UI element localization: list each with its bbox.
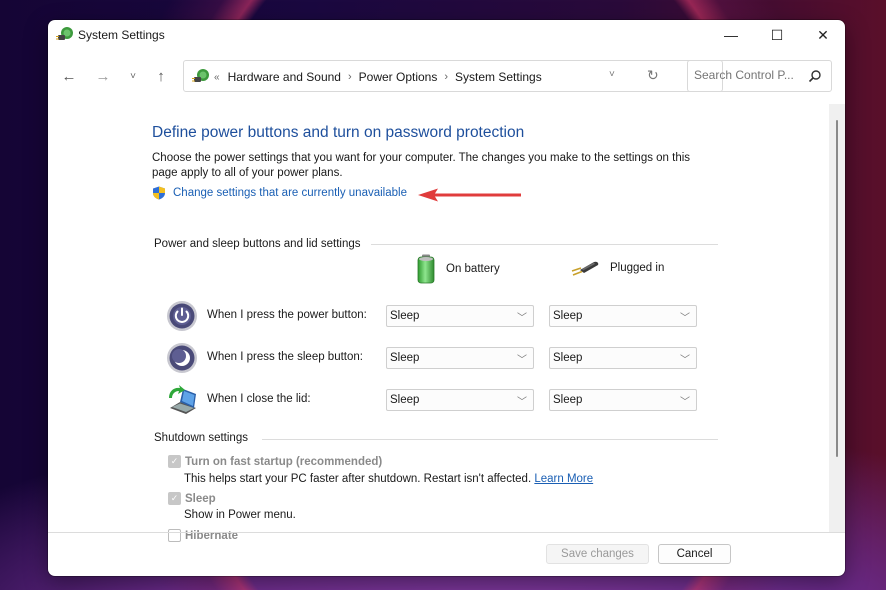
hibernate-checkbox[interactable] (168, 529, 181, 542)
on-battery-label: On battery (446, 263, 500, 275)
shutdown-group-divider (262, 439, 718, 440)
maximize-icon: ☐ (770, 26, 784, 43)
forward-button[interactable]: → (94, 67, 112, 85)
hibernate-option[interactable]: Hibernate (168, 529, 238, 542)
save-changes-button[interactable]: Save changes (546, 544, 649, 564)
arrow-up-icon: ↑ (157, 67, 165, 85)
chevron-down-icon: ﹀ (517, 313, 527, 324)
laptop-lid-icon (169, 385, 196, 414)
search-icon[interactable] (808, 69, 822, 83)
plugged-in-label: Plugged in (610, 262, 665, 274)
breadcrumb-separator-icon[interactable]: › (348, 71, 352, 83)
power-button-label: When I press the power button: (207, 309, 367, 321)
power-group-label: Power and sleep buttons and lid settings (154, 238, 361, 250)
address-history-dropdown[interactable]: ˅ (609, 69, 615, 80)
close-button[interactable]: ✕ (800, 20, 845, 50)
fast-startup-description: This helps start your PC faster after sh… (184, 473, 593, 485)
maximize-button[interactable]: ☐ (754, 20, 800, 50)
power-button-on-battery-select[interactable]: Sleep ﹀ (386, 305, 534, 327)
up-button[interactable]: ↑ (152, 67, 170, 85)
fast-startup-label: Turn on fast startup (recommended) (185, 455, 383, 468)
close-lid-label: When I close the lid: (207, 393, 311, 405)
sleep-button-on-battery-select[interactable]: Sleep ﹀ (386, 347, 534, 369)
fast-startup-description-text: This helps start your PC faster after sh… (184, 473, 532, 485)
uac-shield-icon (153, 186, 165, 200)
search-input[interactable] (694, 68, 804, 82)
chevron-down-icon: ﹀ (680, 355, 690, 366)
minimize-icon: — (724, 27, 738, 43)
close-lid-on-battery-select[interactable]: Sleep ﹀ (386, 389, 534, 411)
address-bar[interactable]: « Hardware and Sound › Power Options › S… (183, 60, 723, 92)
main-content: Define power buttons and turn on passwor… (48, 104, 829, 542)
sleep-label: Sleep (185, 492, 216, 505)
power-group-divider (371, 244, 718, 245)
battery-icon (417, 254, 435, 284)
navigation-bar: ← → ˅ ↑ « Hardware and Sound › Power Opt… (48, 56, 845, 96)
arrow-right-icon: → (95, 67, 111, 85)
power-options-icon (192, 69, 209, 82)
back-button[interactable]: ← (60, 67, 78, 85)
shutdown-group-label: Shutdown settings (154, 432, 248, 444)
select-value: Sleep (390, 310, 420, 322)
sleep-description: Show in Power menu. (184, 509, 296, 521)
chevron-down-icon: ﹀ (517, 355, 527, 366)
arrow-left-icon: ← (61, 67, 77, 85)
chevron-down-icon: ﹀ (680, 313, 690, 324)
chevron-down-icon: ﹀ (517, 397, 527, 408)
refresh-icon[interactable]: ↻ (647, 67, 659, 84)
power-button-icon (167, 301, 197, 331)
recent-locations-button[interactable]: ˅ (124, 67, 142, 85)
column-plugged-in: Plugged in (570, 258, 664, 278)
breadcrumb-power-options[interactable]: Power Options (359, 70, 438, 84)
footer-divider (48, 532, 845, 533)
close-lid-plugged-in-select[interactable]: Sleep ﹀ (549, 389, 697, 411)
page-title: Define power buttons and turn on passwor… (152, 124, 525, 141)
sleep-checkbox[interactable]: ✓ (168, 492, 181, 505)
select-value: Sleep (553, 394, 583, 406)
change-settings-link[interactable]: Change settings that are currently unava… (152, 186, 407, 200)
page-description: Choose the power settings that you want … (152, 152, 691, 179)
annotation-arrow-icon (418, 188, 521, 202)
breadcrumb-system-settings[interactable]: System Settings (455, 70, 542, 84)
sleep-button-icon (167, 343, 197, 373)
sleep-button-plugged-in-select[interactable]: Sleep ﹀ (549, 347, 697, 369)
sleep-option[interactable]: ✓ Sleep (168, 492, 216, 505)
chevron-down-icon: ˅ (130, 70, 136, 82)
fast-startup-option[interactable]: ✓ Turn on fast startup (recommended) (168, 455, 382, 468)
select-value: Sleep (390, 394, 420, 406)
minimize-button[interactable]: — (708, 20, 754, 50)
breadcrumb: « Hardware and Sound › Power Options › S… (214, 70, 542, 84)
system-settings-window: System Settings — ☐ ✕ ← → ˅ ↑ « Hardware… (48, 20, 845, 576)
select-value: Sleep (553, 310, 583, 322)
select-value: Sleep (553, 352, 583, 364)
scrollbar-thumb[interactable] (836, 120, 838, 457)
window-title: System Settings (78, 28, 165, 42)
search-box[interactable] (687, 60, 832, 92)
breadcrumb-separator-icon[interactable]: › (444, 71, 448, 83)
title-bar: System Settings — ☐ ✕ (48, 20, 845, 52)
cancel-button[interactable]: Cancel (658, 544, 731, 564)
fast-startup-checkbox[interactable]: ✓ (168, 455, 181, 468)
power-options-app-icon (56, 27, 73, 40)
change-settings-link-label[interactable]: Change settings that are currently unava… (173, 187, 407, 199)
sleep-button-label: When I press the sleep button: (207, 351, 363, 363)
breadcrumb-hardware-and-sound[interactable]: Hardware and Sound (228, 70, 341, 84)
chevron-down-icon: ﹀ (680, 397, 690, 408)
breadcrumb-overflow-icon[interactable]: « (214, 72, 220, 83)
vertical-scrollbar[interactable] (829, 104, 845, 532)
learn-more-link[interactable]: Learn More (534, 473, 593, 485)
close-icon: ✕ (817, 26, 829, 43)
select-value: Sleep (390, 352, 420, 364)
power-plug-icon (571, 261, 599, 276)
column-on-battery: On battery (416, 254, 500, 284)
power-button-plugged-in-select[interactable]: Sleep ﹀ (549, 305, 697, 327)
